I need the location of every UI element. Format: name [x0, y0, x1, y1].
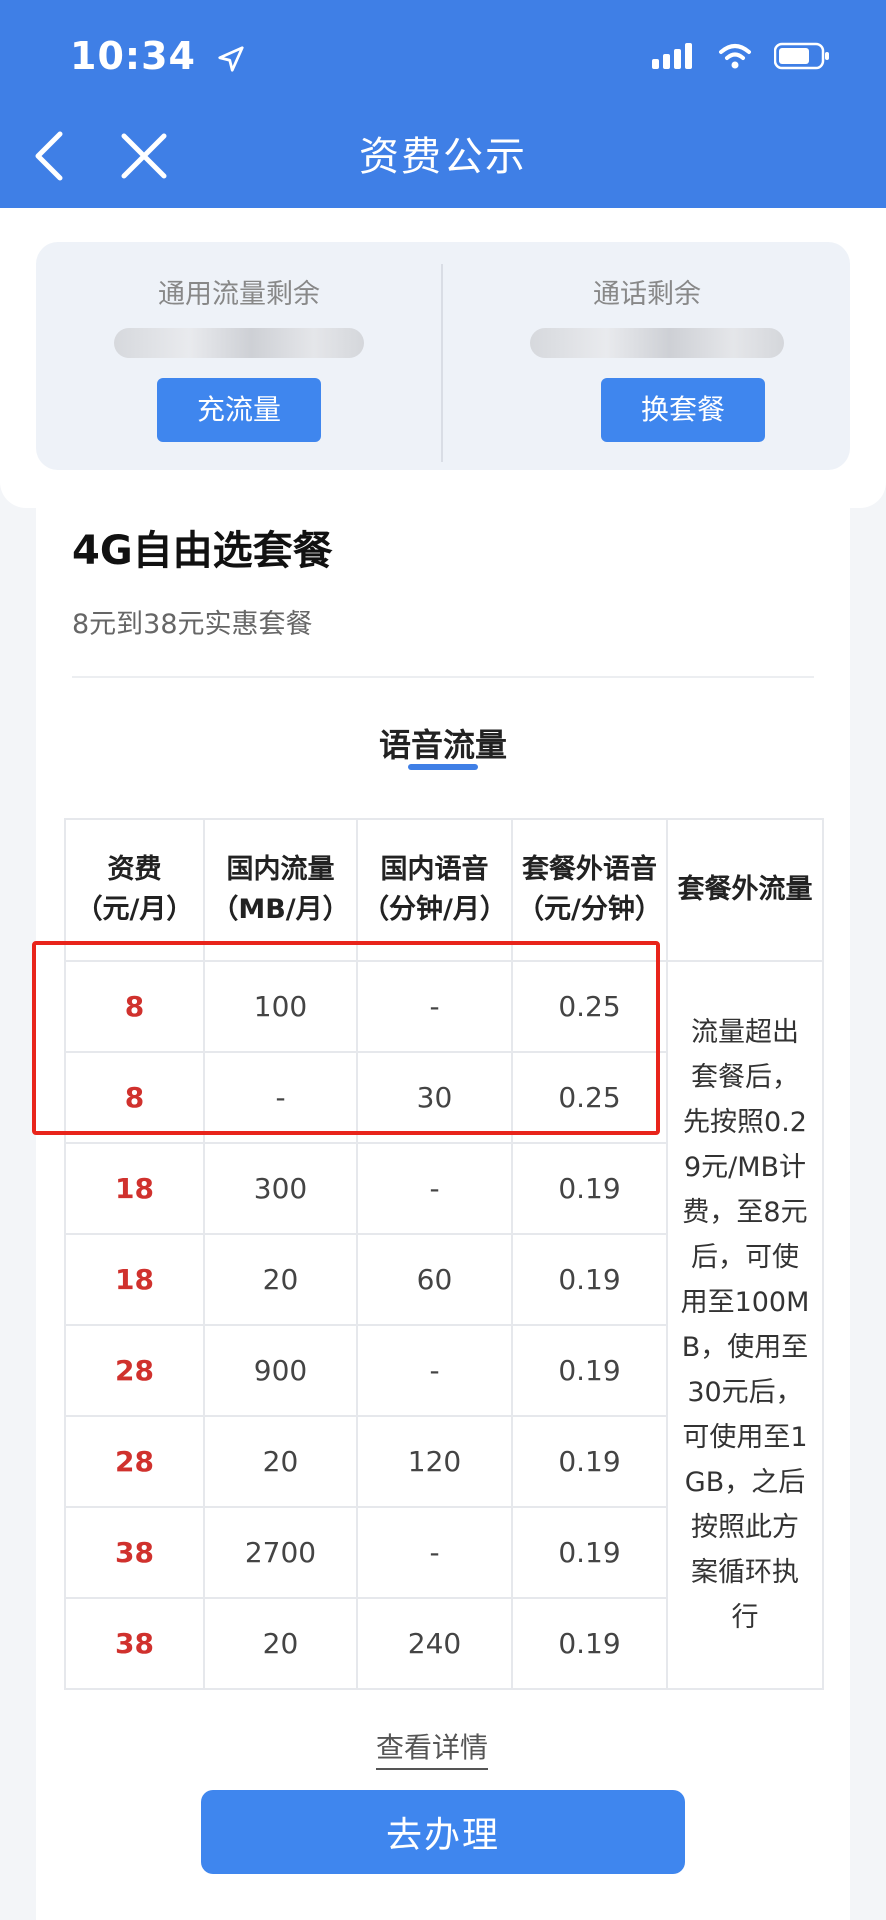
extra-voice-cell: 0.19	[511, 1142, 668, 1235]
battery-icon	[774, 42, 829, 70]
header-domestic-data: 国内流量 （MB/月）	[203, 818, 358, 962]
fee-cell: 38	[64, 1597, 205, 1690]
header-domestic-voice: 国内语音 （分钟/月）	[356, 818, 513, 962]
extra-voice-cell: 0.19	[511, 1324, 668, 1417]
location-arrow-icon	[218, 45, 244, 72]
domestic-voice-cell: 120	[356, 1415, 513, 1508]
domestic-voice-cell: 30	[356, 1051, 513, 1144]
apply-button[interactable]: 去办理	[201, 1790, 685, 1874]
summary-divider	[441, 264, 443, 462]
usage-summary-card: 通用流量剩余 充流量 通话剩余 换套餐	[36, 242, 850, 470]
domestic-data-cell: 300	[203, 1142, 358, 1235]
recharge-data-button[interactable]: 充流量	[157, 378, 321, 442]
domestic-voice-cell: -	[356, 1506, 513, 1599]
domestic-voice-cell: -	[356, 1324, 513, 1417]
extra-voice-cell: 0.19	[511, 1415, 668, 1508]
change-plan-button[interactable]: 换套餐	[601, 378, 765, 442]
table-header-row: 资费 （元/月） 国内流量 （MB/月） 国内语音 （分钟/月） 套餐外语音 （元/分钟…	[64, 818, 824, 962]
data-remaining-value-redacted	[114, 328, 364, 358]
data-remaining-panel: 通用流量剩余 充流量	[36, 242, 442, 470]
call-remaining-panel: 通话剩余 换套餐	[444, 242, 850, 470]
clock-text: 10:34	[70, 34, 196, 78]
divider	[72, 676, 814, 678]
fee-cell: 28	[64, 1324, 205, 1417]
domestic-voice-cell: 60	[356, 1233, 513, 1326]
domestic-data-cell: 2700	[203, 1506, 358, 1599]
extra-voice-cell: 0.19	[511, 1506, 668, 1599]
domestic-voice-cell: 240	[356, 1597, 513, 1690]
wifi-icon	[719, 44, 751, 69]
header-fee: 资费 （元/月）	[64, 818, 205, 962]
tab-voice-data[interactable]: 语音流量	[36, 720, 850, 766]
page-title: 资费公示	[359, 134, 527, 180]
fee-cell: 8	[64, 960, 205, 1053]
domestic-data-cell: -	[203, 1051, 358, 1144]
extra-voice-cell: 0.19	[511, 1597, 668, 1690]
plan-card: 4G自由选套餐 8元到38元实惠套餐 语音流量 资费 （元/月） 国内流量 （MB/…	[32, 508, 850, 1920]
plan-subtitle: 8元到38元实惠套餐	[72, 609, 313, 640]
status-icons	[652, 42, 830, 70]
app-header: 10:34 资费公示	[0, 0, 886, 208]
domestic-data-cell: 20	[203, 1415, 358, 1508]
table-row: 8 100 - 0.25 流量超出 套餐后， 先按照0.2 9元/MB计 费，至…	[64, 960, 824, 1690]
fee-cell: 18	[64, 1142, 205, 1235]
fee-table: 资费 （元/月） 国内流量 （MB/月） 国内语音 （分钟/月） 套餐外语音 （元/分钟…	[64, 818, 824, 1690]
domestic-data-cell: 20	[203, 1597, 358, 1690]
domestic-voice-cell: -	[356, 1142, 513, 1235]
overage-data-note: 流量超出 套餐后， 先按照0.2 9元/MB计 费，至8元 后，可使 用至100…	[666, 960, 824, 1690]
extra-voice-cell: 0.25	[511, 1051, 668, 1144]
domestic-voice-cell: -	[356, 960, 513, 1053]
extra-voice-cell: 0.19	[511, 1233, 668, 1326]
fee-cell: 8	[64, 1051, 205, 1144]
fee-cell: 18	[64, 1233, 205, 1326]
tab-active-indicator	[408, 764, 478, 770]
domestic-data-cell: 20	[203, 1233, 358, 1326]
domestic-data-cell: 900	[203, 1324, 358, 1417]
status-time: 10:34	[70, 34, 246, 78]
header-extra-voice: 套餐外语音 （元/分钟）	[511, 818, 668, 962]
extra-voice-cell: 0.25	[511, 960, 668, 1053]
data-remaining-label: 通用流量剩余	[158, 279, 320, 310]
call-remaining-label: 通话剩余	[593, 279, 701, 310]
view-details-link[interactable]: 查看详情	[376, 1726, 489, 1770]
cellular-signal-icon	[652, 43, 692, 69]
plan-name: 4G自由选套餐	[72, 528, 333, 574]
domestic-data-cell: 100	[203, 960, 358, 1053]
call-remaining-value-redacted	[530, 328, 784, 358]
fee-cell: 28	[64, 1415, 205, 1508]
fee-cell: 38	[64, 1506, 205, 1599]
header-extra-data: 套餐外流量	[666, 818, 824, 962]
